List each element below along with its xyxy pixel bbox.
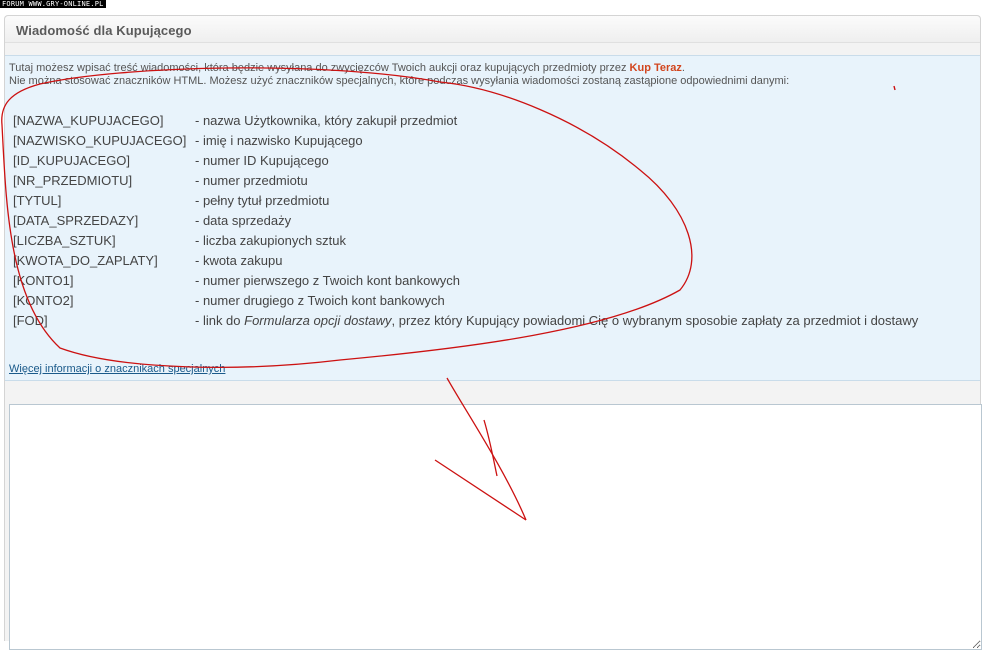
tag-description: - kwota zakupu [195,253,283,268]
tag-description: - data sprzedaży [195,213,292,228]
tag-key: [FOD] [13,313,48,328]
tag-description: - numer ID Kupującego [195,153,329,168]
tag-key: [TYTUL] [13,193,62,208]
special-tags-info: Tutaj możesz wpisać treść wiadomości, kt… [5,55,980,381]
special-tags-more-link[interactable]: Więcej informacji o znacznikach specjaln… [9,363,225,375]
tag-key: [NR_PRZEDMIOTU] [13,173,133,188]
tag-description: - numer drugiego z Twoich kont bankowych [195,293,445,308]
watermark: FORUM WWW.GRY-ONLINE.PL [0,0,106,8]
tag-key: [KONTO1] [13,273,74,288]
tag-description: - liczba zakupionych sztuk [195,233,347,248]
tag-key: [KWOTA_DO_ZAPLATY] [13,253,158,268]
message-panel: Wiadomość dla Kupującego Tutaj możesz wp… [4,15,982,650]
kup-teraz-brand: Kup Teraz [629,62,682,74]
tag-key: [LICZBA_SZTUK] [13,233,116,248]
message-textarea[interactable] [9,404,982,650]
intro-text: Tutaj możesz wpisać treść wiadomości, kt… [9,62,789,88]
tag-description: - pełny tytuł przedmiotu [195,193,330,208]
tag-description: - link do Formularza opcji dostawy, prze… [195,313,919,328]
tag-description: - nazwa Użytkownika, który zakupił przed… [195,113,458,128]
tag-key: [NAZWA_KUPUJACEGO] [13,113,164,128]
intro-line-1: Tutaj możesz wpisać treść wiadomości, kt… [9,62,685,74]
panel-title: Wiadomość dla Kupującego [16,23,192,38]
tag-description: - numer pierwszego z Twoich kont bankowy… [195,273,460,288]
panel-header: Wiadomość dla Kupującego [5,16,980,43]
intro-line-2: Nie można stosować znaczników HTML. Może… [9,75,790,87]
tag-description: - imię i nazwisko Kupującego [195,133,363,148]
tag-key: [DATA_SPRZEDAZY] [13,213,139,228]
tag-key: [ID_KUPUJACEGO] [13,153,131,168]
tag-key: [NAZWISKO_KUPUJACEGO] [13,133,187,148]
tag-key: [KONTO2] [13,293,74,308]
tag-description: - numer przedmiotu [195,173,308,188]
